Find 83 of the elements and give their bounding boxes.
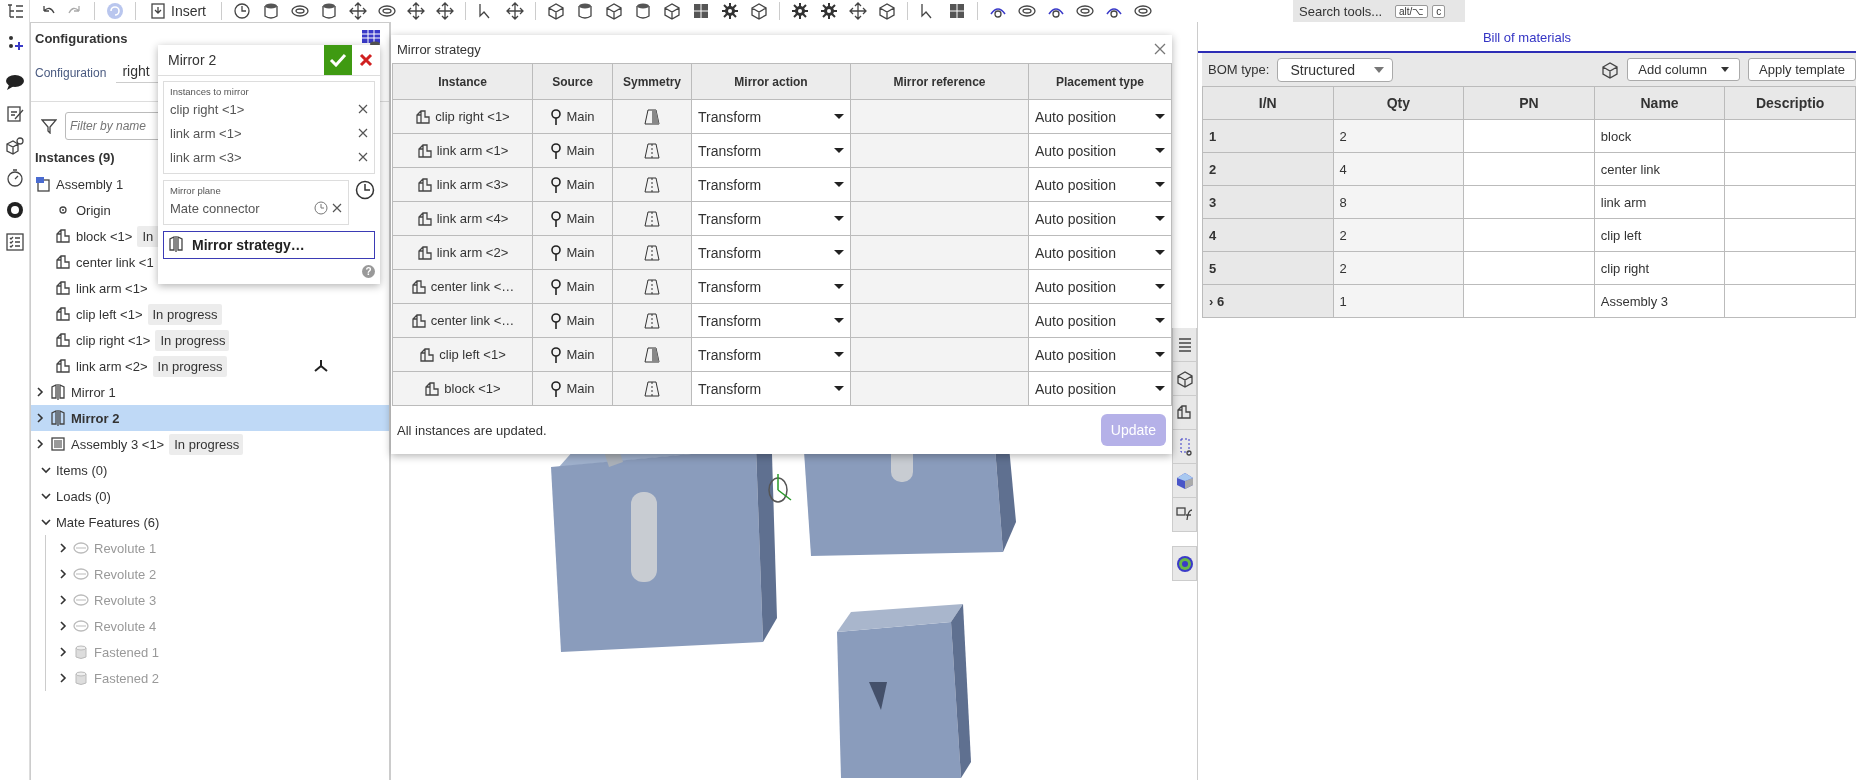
- table-cell: 5: [1202, 251, 1334, 285]
- cell-text: Main: [566, 245, 595, 260]
- field-label: Configuration: [35, 66, 107, 80]
- status-badge: In progress: [155, 329, 230, 351]
- section-heading: Instances (9): [34, 149, 115, 167]
- field-value: Mate connector: [170, 200, 260, 216]
- column-header: Instance: [392, 63, 533, 100]
- table-cell: link arm: [1594, 185, 1725, 219]
- table-cell: › 6: [1202, 284, 1334, 318]
- status-text: All instances are updated.: [397, 422, 547, 438]
- column-header: Symmetry: [612, 63, 692, 100]
- column-header: Mirror reference: [850, 63, 1029, 100]
- cell-text: link arm <2>: [436, 245, 509, 260]
- shortcut-key: alt/⌥: [1395, 4, 1429, 18]
- item-label: Assembly 1: [56, 176, 124, 192]
- cell-text: center link <…: [430, 313, 515, 328]
- item-label: clip left <1>: [76, 306, 143, 322]
- column-header: Placement type: [1028, 63, 1172, 100]
- table-cell: clip left: [1594, 218, 1725, 252]
- item-label: clip right <1>: [76, 332, 151, 348]
- item-label: Fastened 2: [94, 670, 160, 686]
- cell-text: link arm <3>: [436, 177, 509, 192]
- cell-text: Main: [566, 211, 595, 226]
- field-label: BOM type:: [1208, 62, 1270, 77]
- table-cell: 4: [1333, 152, 1464, 186]
- field-label: Instances to mirror: [170, 86, 250, 97]
- item-label: Revolute 3: [94, 592, 157, 608]
- table-cell: 4: [1202, 218, 1334, 252]
- cell-text: Main: [566, 177, 595, 192]
- cell-text: clip left <1>: [439, 347, 506, 362]
- table-cell: 3: [1202, 185, 1334, 219]
- table-cell: clip right: [1594, 251, 1725, 285]
- table-cell: block: [1594, 119, 1725, 153]
- item-label: Origin: [76, 202, 111, 218]
- item-label: Fastened 1: [94, 644, 160, 660]
- panel-title: Configurations: [35, 30, 128, 46]
- item-label: Mirror 2: [71, 410, 120, 426]
- shortcut-key: c: [1432, 4, 1446, 18]
- item-label: link arm <1>: [76, 280, 148, 296]
- item-label: link arm <2>: [76, 358, 148, 374]
- table-cell: 8: [1333, 185, 1464, 219]
- table-cell: 2: [1333, 218, 1464, 252]
- item-label: Revolute 1: [94, 540, 157, 556]
- table-cell: 1: [1202, 119, 1334, 153]
- item-label: Items (0): [56, 462, 108, 478]
- table-cell: center link: [1594, 152, 1725, 186]
- cell-text: Main: [566, 143, 595, 158]
- cell-text: link arm <4>: [436, 211, 509, 226]
- table-cell: 1: [1333, 284, 1464, 318]
- field-label: Mirror plane: [170, 185, 222, 196]
- column-header: Name: [1594, 86, 1725, 120]
- table-cell: 2: [1333, 251, 1464, 285]
- item-label: block <1>: [76, 228, 133, 244]
- column-header: PN: [1463, 86, 1595, 120]
- cell-text: block <1>: [444, 381, 501, 396]
- item-label: Mirror 1: [71, 384, 116, 400]
- table-cell: 2: [1202, 152, 1334, 186]
- status-badge: In progress: [152, 355, 227, 377]
- cell-text: Main: [566, 381, 595, 396]
- column-header: Mirror action: [691, 63, 851, 100]
- status-badge: In progress: [169, 433, 244, 455]
- column-header: Source: [532, 63, 613, 100]
- column-header: Qty: [1333, 86, 1464, 120]
- cell-text: link arm <1>: [436, 143, 509, 158]
- item-label: Revolute 4: [94, 618, 157, 634]
- item-label: Assembly 3 <1>: [71, 436, 165, 452]
- table-cell: 2: [1333, 119, 1464, 153]
- item-label: Revolute 2: [94, 566, 157, 582]
- cell-text: center link <…: [430, 279, 515, 294]
- column-header: Descriptio: [1724, 86, 1856, 120]
- cell-text: Main: [566, 279, 595, 294]
- table-cell: Assembly 3: [1594, 284, 1725, 318]
- cell-text: Main: [566, 109, 595, 124]
- cell-text: clip right <1>: [435, 109, 510, 124]
- item-label: Loads (0): [56, 488, 111, 504]
- cell-text: Main: [566, 347, 595, 362]
- column-header: I/N: [1202, 86, 1334, 120]
- dialog-title: Mirror strategy: [397, 41, 481, 57]
- item-label: center link <1: [76, 254, 154, 270]
- cell-text: Main: [566, 313, 595, 328]
- status-badge: In progress: [147, 303, 222, 325]
- dialog-title: Mirror 2: [167, 52, 218, 68]
- item-label: Mate Features (6): [56, 514, 160, 530]
